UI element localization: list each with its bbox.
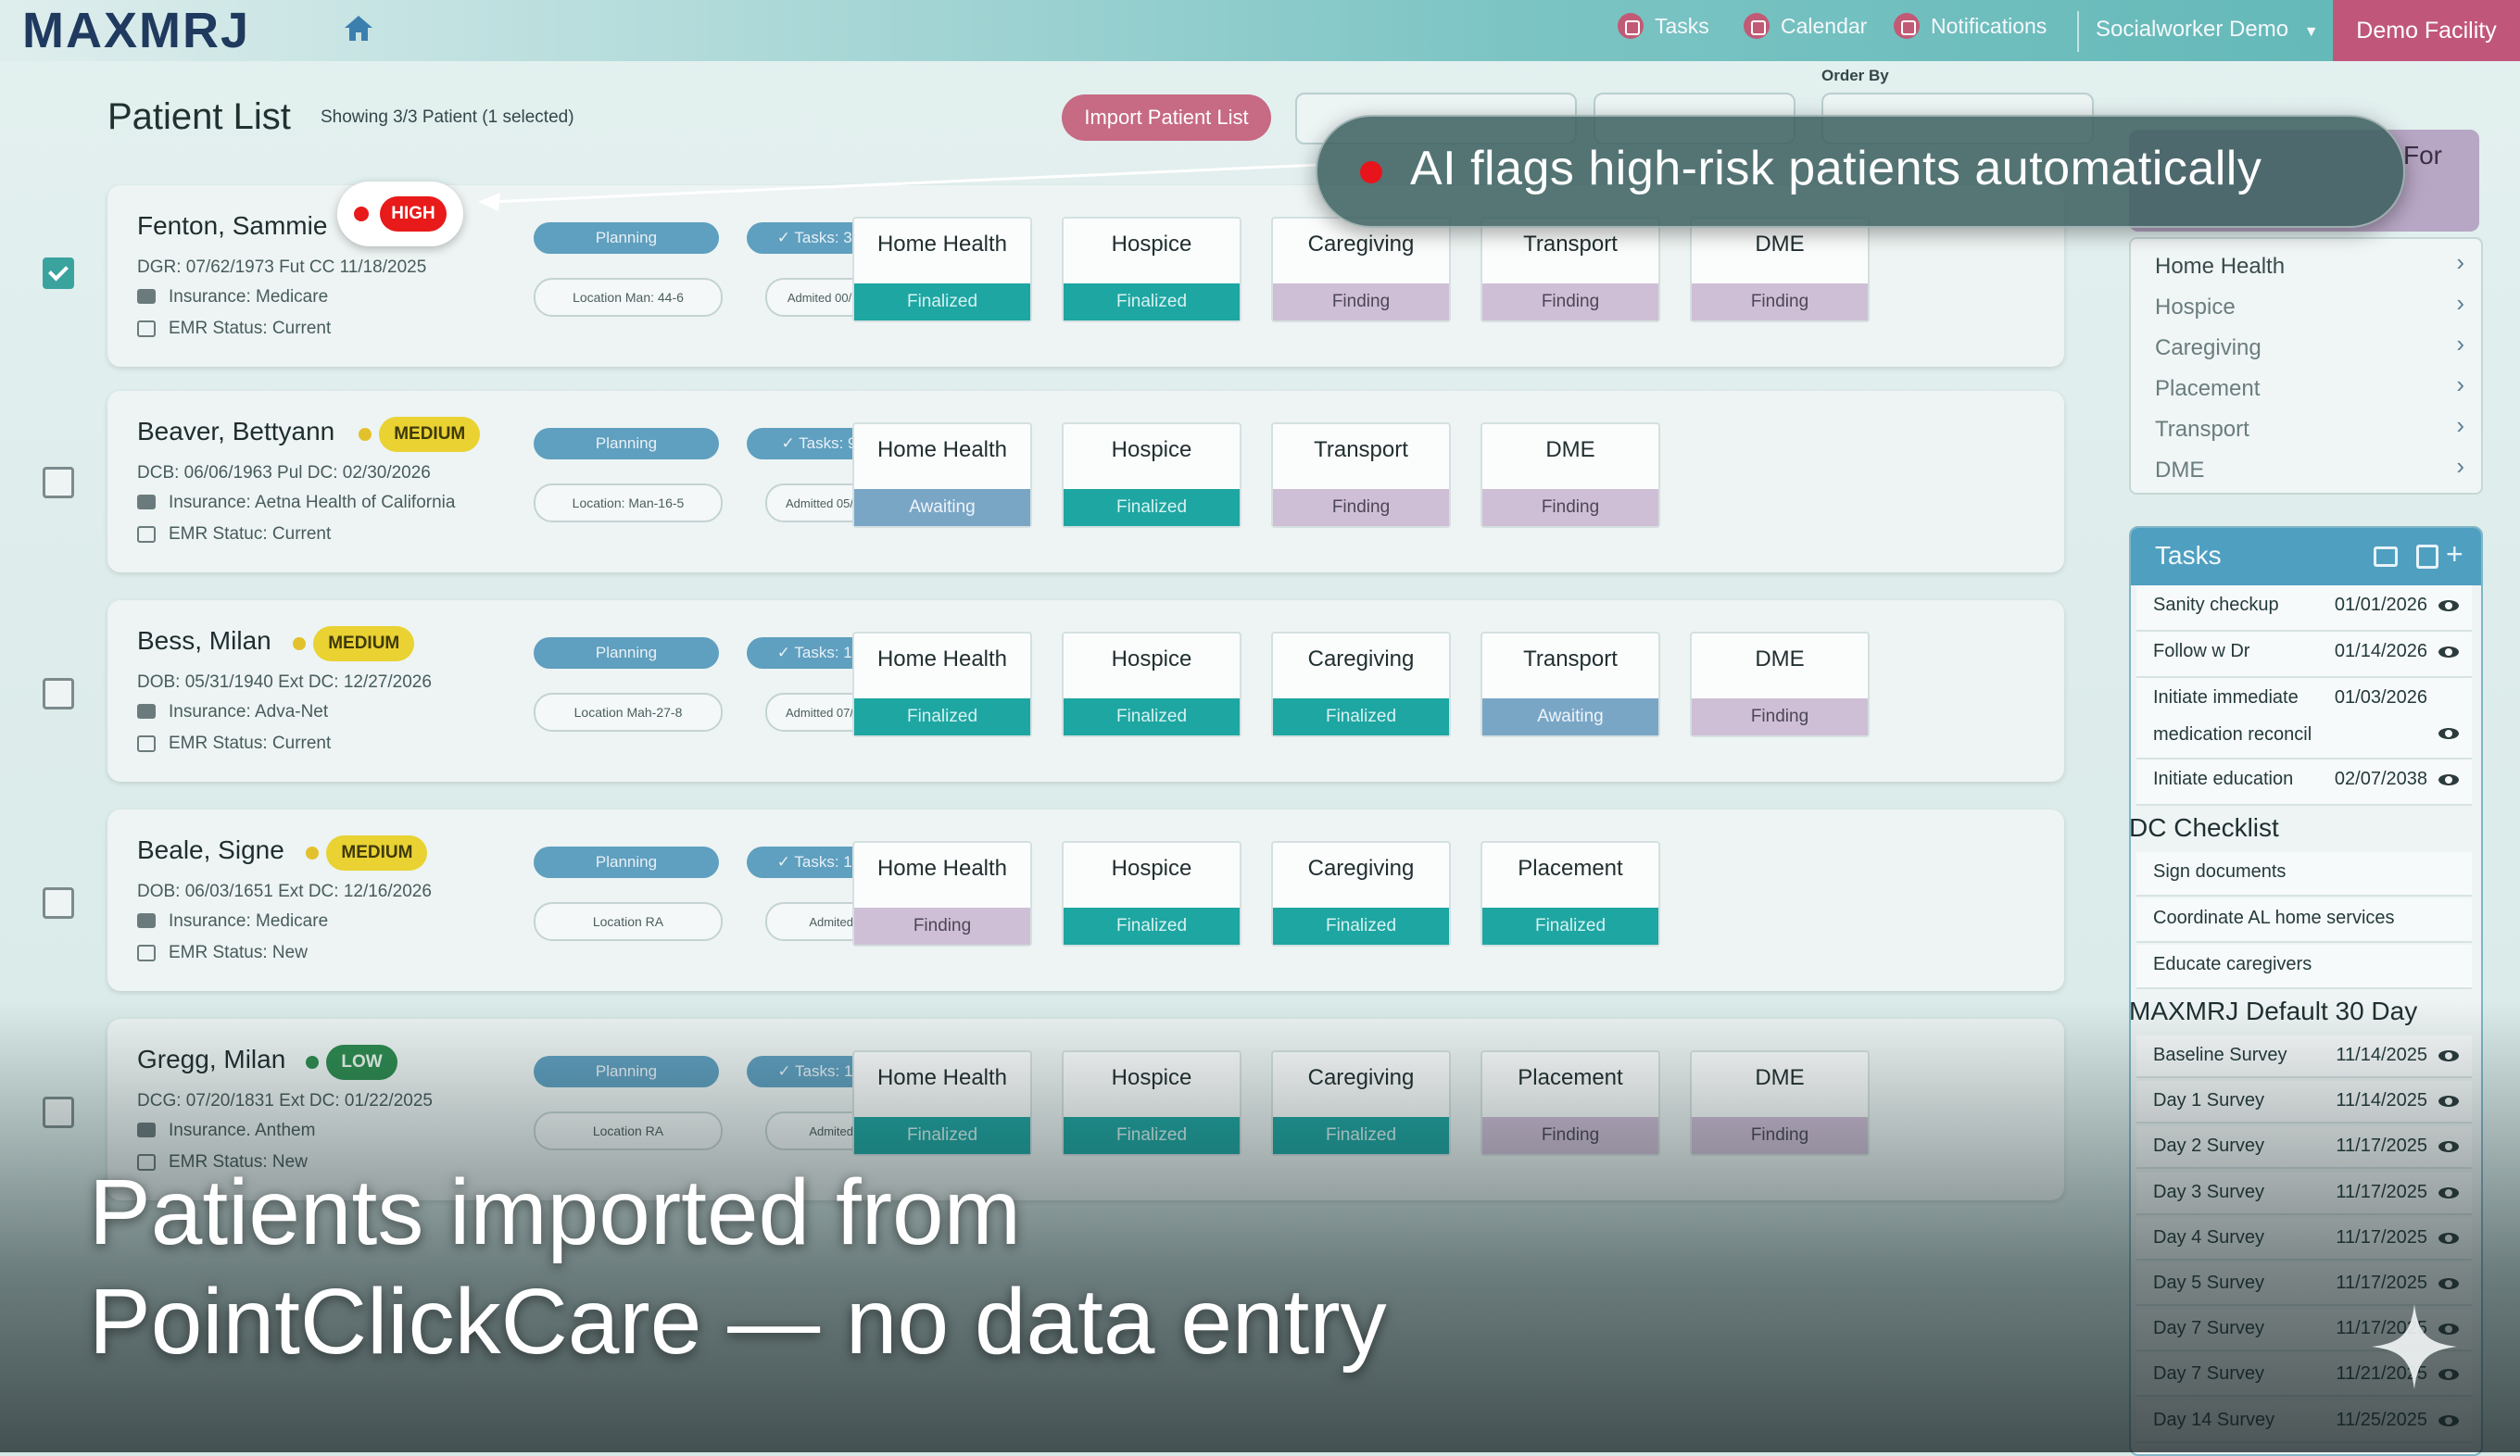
high-risk-pill: HIGH (380, 196, 447, 232)
caption-line-2: PointClickCare — no data entry (89, 1270, 1387, 1374)
callout-text: AI flags high-risk patients automaticall… (1410, 142, 2262, 195)
app-window: MAXMRJ Tasks Calendar Notifications Soci… (0, 0, 2520, 1456)
ai-callout: AI flags high-risk patients automaticall… (1316, 115, 2405, 228)
alert-dot-icon (1360, 161, 1382, 183)
caption: Patients imported from PointClickCare — … (89, 1158, 1387, 1376)
high-risk-dot (354, 207, 369, 221)
caption-line-1: Patients imported from (89, 1161, 1021, 1264)
high-risk-badge: HIGH (337, 182, 463, 246)
sparkle-icon (2372, 1304, 2457, 1389)
